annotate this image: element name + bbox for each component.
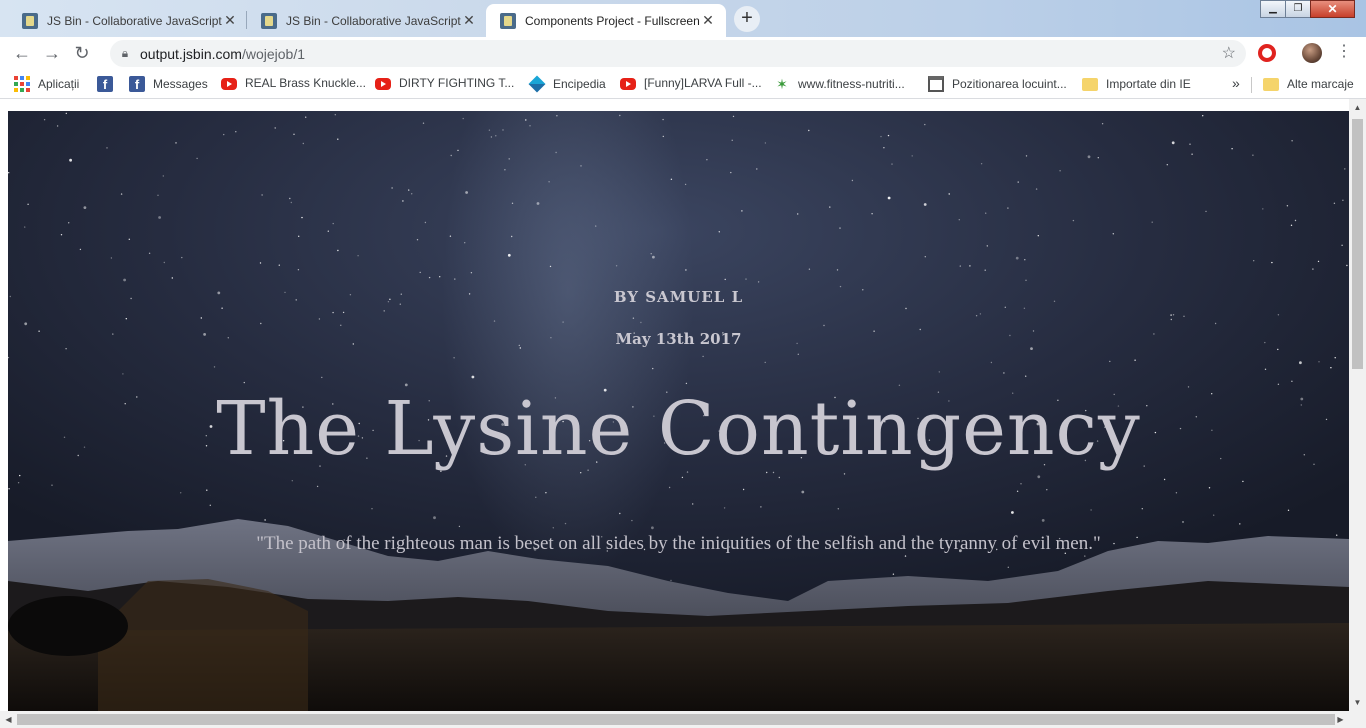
forward-arrow-icon[interactable]: → (37, 38, 67, 68)
profile-avatar[interactable] (1302, 43, 1322, 63)
apps-grid-icon (14, 76, 30, 92)
bookmark-encipedia[interactable]: Encipedia (528, 75, 606, 93)
facebook-icon: f (97, 76, 113, 92)
address-bar[interactable]: 🔒︎ output.jsbin.com/wojejob/1 ☆ (110, 40, 1246, 67)
url-host: output.jsbin.com (140, 45, 242, 62)
url-path: /wojejob/1 (241, 45, 305, 62)
maximize-button[interactable]: ❐ (1285, 0, 1311, 18)
jsbin-favicon-icon (22, 12, 38, 29)
tab-jsbin-1[interactable]: JS Bin - Collaborative JavaScript D ✕ (8, 4, 248, 37)
bookmark-larva[interactable]: [Funny]LARVA Full -... (620, 76, 762, 90)
house-icon (928, 76, 944, 92)
horizontal-scroll-thumb[interactable] (17, 714, 1335, 725)
bookmark-star-icon[interactable]: ☆ (1222, 43, 1236, 63)
bookmark-other[interactable]: Alte marcaje (1263, 76, 1354, 91)
encipedia-icon (528, 75, 546, 93)
tab-strip: JS Bin - Collaborative JavaScript D ✕ JS… (0, 0, 1366, 37)
byline: BY SAMUEL L (613, 288, 744, 306)
page-title: The Lysine Contingency (216, 386, 1141, 472)
hero-section: BY SAMUEL L May 13th 2017 The Lysine Con… (8, 111, 1349, 711)
bookmarks-separator (1251, 77, 1252, 93)
scroll-left-arrow-icon[interactable]: ◀ (0, 711, 17, 728)
bookmark-facebook[interactable]: f (97, 76, 121, 92)
folder-icon (1263, 78, 1279, 91)
bookmark-label: Aplicații (38, 77, 80, 91)
bookmarks-bar: Aplicații f f Messages REAL Brass Knuckl… (0, 69, 1366, 99)
bookmark-brass-knuckle[interactable]: REAL Brass Knuckle... (221, 76, 366, 90)
bookmark-label: REAL Brass Knuckle... (245, 76, 366, 90)
bookmark-label: Messages (153, 77, 208, 91)
facebook-icon: f (129, 76, 145, 92)
close-icon[interactable]: ✕ (700, 12, 716, 29)
close-icon[interactable]: ✕ (222, 12, 238, 29)
fitness-icon: ✶ (776, 76, 788, 92)
window-close-button[interactable]: ✕ (1310, 0, 1355, 18)
hero-quote: "The path of the righteous man is beset … (256, 533, 1101, 554)
jsbin-favicon-icon (261, 12, 277, 29)
horizontal-scrollbar[interactable]: ◀ ▶ (0, 711, 1366, 728)
url-text[interactable]: output.jsbin.com/wojejob/1 (140, 46, 305, 62)
close-icon[interactable]: ✕ (461, 12, 477, 29)
bookmark-label: Encipedia (553, 77, 606, 91)
window-controls: ▁ ❐ ✕ (1260, 0, 1355, 18)
tab-title: Components Project - Fullscreen (525, 13, 700, 28)
bookmark-pozitionarea[interactable]: Pozitionarea locuint... (928, 76, 1067, 92)
new-tab-button[interactable]: + (734, 6, 760, 32)
bookmark-fitness[interactable]: ✶ www.fitness-nutriti... (774, 76, 905, 92)
folder-icon (1082, 78, 1098, 91)
browser-toolbar: ← → ↻ 🔒︎ output.jsbin.com/wojejob/1 ☆ ⋮ (0, 37, 1366, 69)
tab-components-project[interactable]: Components Project - Fullscreen ✕ (486, 4, 726, 37)
tab-title: JS Bin - Collaborative JavaScript D (286, 13, 461, 28)
menu-kebab-icon[interactable]: ⋮ (1336, 42, 1352, 62)
bookmark-dirty-fighting[interactable]: DIRTY FIGHTING T... (375, 76, 514, 90)
opera-extension-icon[interactable] (1258, 44, 1276, 62)
scroll-right-arrow-icon[interactable]: ▶ (1332, 711, 1349, 728)
vertical-scrollbar[interactable]: ▲ ▼ (1349, 99, 1366, 711)
publish-date: May 13th 2017 (615, 330, 742, 348)
bookmark-label: Alte marcaje (1287, 76, 1354, 91)
scroll-up-arrow-icon[interactable]: ▲ (1349, 99, 1366, 116)
bookmark-label: [Funny]LARVA Full -... (644, 76, 762, 90)
jsbin-favicon-icon (500, 12, 516, 29)
minimize-button[interactable]: ▁ (1260, 0, 1286, 18)
bookmark-folder-importate[interactable]: Importate din IE (1082, 76, 1191, 91)
youtube-icon (221, 78, 237, 90)
bookmark-label: Pozitionarea locuint... (952, 77, 1067, 91)
bookmark-label: Importate din IE (1106, 76, 1191, 91)
bookmark-apps[interactable]: Aplicații (14, 76, 79, 92)
lock-icon[interactable]: 🔒︎ (110, 46, 140, 61)
bookmark-messages[interactable]: f Messages (129, 76, 208, 92)
bookmarks-overflow-chevron-icon[interactable]: » (1232, 75, 1240, 91)
scroll-down-arrow-icon[interactable]: ▼ (1349, 694, 1366, 711)
tab-title: JS Bin - Collaborative JavaScript D (47, 13, 222, 28)
tab-jsbin-2[interactable]: JS Bin - Collaborative JavaScript D ✕ (247, 4, 487, 37)
youtube-icon (375, 78, 391, 90)
bookmark-label: www.fitness-nutriti... (798, 77, 905, 91)
back-arrow-icon[interactable]: ← (7, 38, 37, 68)
bookmark-label: DIRTY FIGHTING T... (399, 76, 515, 90)
youtube-icon (620, 78, 636, 90)
page-viewport: BY SAMUEL L May 13th 2017 The Lysine Con… (8, 111, 1349, 711)
vertical-scroll-thumb[interactable] (1352, 119, 1363, 369)
reload-icon[interactable]: ↻ (67, 38, 97, 68)
